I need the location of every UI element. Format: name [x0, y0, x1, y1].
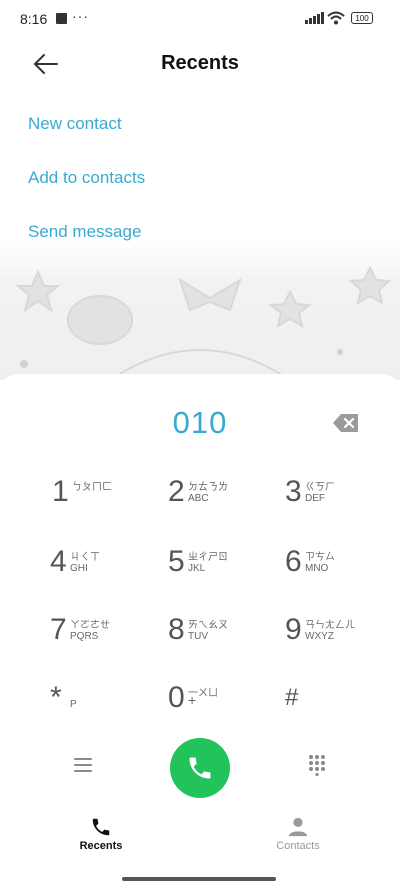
- nav-contacts[interactable]: Contacts: [238, 816, 358, 852]
- key-2[interactable]: 2 ㄉㄊㄋㄌ ABC: [168, 472, 278, 522]
- new-contact-option[interactable]: New contact: [28, 114, 122, 134]
- send-message-option[interactable]: Send message: [28, 222, 141, 242]
- add-to-contacts-option[interactable]: Add to contacts: [28, 168, 145, 188]
- call-button[interactable]: [170, 738, 230, 798]
- menu-icon[interactable]: [74, 757, 92, 773]
- key-zhuyin: ㄗㄘㄙ: [305, 552, 335, 563]
- key-1[interactable]: 1 ㄅㄆㄇㄈ: [52, 472, 162, 522]
- key-letters: MNO: [305, 563, 329, 574]
- key-letters: PQRS: [70, 631, 99, 642]
- key-letters: JKL: [188, 563, 206, 574]
- dialpad-toggle-icon[interactable]: [308, 754, 326, 776]
- home-indicator[interactable]: [122, 877, 276, 881]
- key-digit: #: [285, 684, 299, 711]
- key-6[interactable]: 6 ㄗㄘㄙ MNO: [285, 542, 395, 592]
- key-zhuyin: ㄢㄣㄤㄥㄦ: [305, 620, 355, 631]
- key-zhuyin: ㄞㄟㄠㄡ: [188, 620, 228, 631]
- nav-recents[interactable]: Recents: [41, 816, 161, 852]
- key-letters: P: [70, 699, 77, 710]
- key-zhuyin: ㄅㄆㄇㄈ: [72, 482, 112, 493]
- decorative-background-illustration: [0, 240, 400, 380]
- more-notifications-icon: ···: [72, 8, 89, 24]
- key-digit: 9: [285, 613, 302, 646]
- key-letters: GHI: [70, 563, 88, 574]
- key-letters: ABC: [188, 493, 209, 504]
- key-9[interactable]: 9 ㄢㄣㄤㄥㄦ WXYZ: [285, 610, 395, 660]
- key-digit: 3: [285, 475, 302, 508]
- key-zhuyin: ㄍㄎㄏ: [305, 482, 335, 493]
- phone-icon: [189, 757, 211, 779]
- key-zhuyin: ㄉㄊㄋㄌ: [188, 482, 228, 493]
- key-0[interactable]: 0 一ㄨㄩ +: [168, 678, 278, 728]
- key-letters: DEF: [305, 493, 325, 504]
- key-digit: 7: [50, 613, 67, 646]
- battery-icon: 100: [351, 12, 373, 24]
- key-hash[interactable]: #: [285, 678, 395, 728]
- key-letters: WXYZ: [305, 631, 334, 642]
- key-7[interactable]: 7 ㄚㄛㄜㄝ PQRS: [50, 610, 160, 660]
- key-digit: 1: [52, 475, 69, 508]
- key-letters: +: [188, 692, 197, 708]
- nav-label: Contacts: [276, 840, 320, 852]
- person-icon: [288, 817, 308, 837]
- notification-icon: [56, 13, 67, 24]
- phone-icon: [92, 818, 110, 836]
- key-digit: 6: [285, 545, 302, 578]
- wifi-icon: [327, 11, 345, 25]
- key-8[interactable]: 8 ㄞㄟㄠㄡ TUV: [168, 610, 278, 660]
- key-zhuyin: ㄚㄛㄜㄝ: [70, 620, 110, 631]
- key-digit: 0: [168, 681, 185, 714]
- key-zhuyin: ㄐㄑㄒ: [70, 552, 100, 563]
- key-digit: 5: [168, 545, 185, 578]
- key-star[interactable]: * P: [50, 678, 160, 728]
- key-3[interactable]: 3 ㄍㄎㄏ DEF: [285, 472, 395, 522]
- key-digit: 4: [50, 545, 67, 578]
- nav-label: Recents: [79, 840, 123, 852]
- key-letters: TUV: [188, 631, 208, 642]
- signal-icon: [305, 12, 324, 24]
- key-4[interactable]: 4 ㄐㄑㄒ GHI: [50, 542, 160, 592]
- key-digit: 2: [168, 475, 185, 508]
- key-digit: *: [50, 681, 62, 714]
- status-time: 8:16: [20, 11, 48, 27]
- page-title: Recents: [161, 52, 239, 74]
- key-5[interactable]: 5 ㄓㄔㄕㄖ JKL: [168, 542, 278, 592]
- backspace-icon[interactable]: [332, 412, 360, 434]
- status-bar: 8:16 ··· 100: [0, 0, 400, 40]
- key-zhuyin: ㄓㄔㄕㄖ: [188, 552, 228, 563]
- key-digit: 8: [168, 613, 185, 646]
